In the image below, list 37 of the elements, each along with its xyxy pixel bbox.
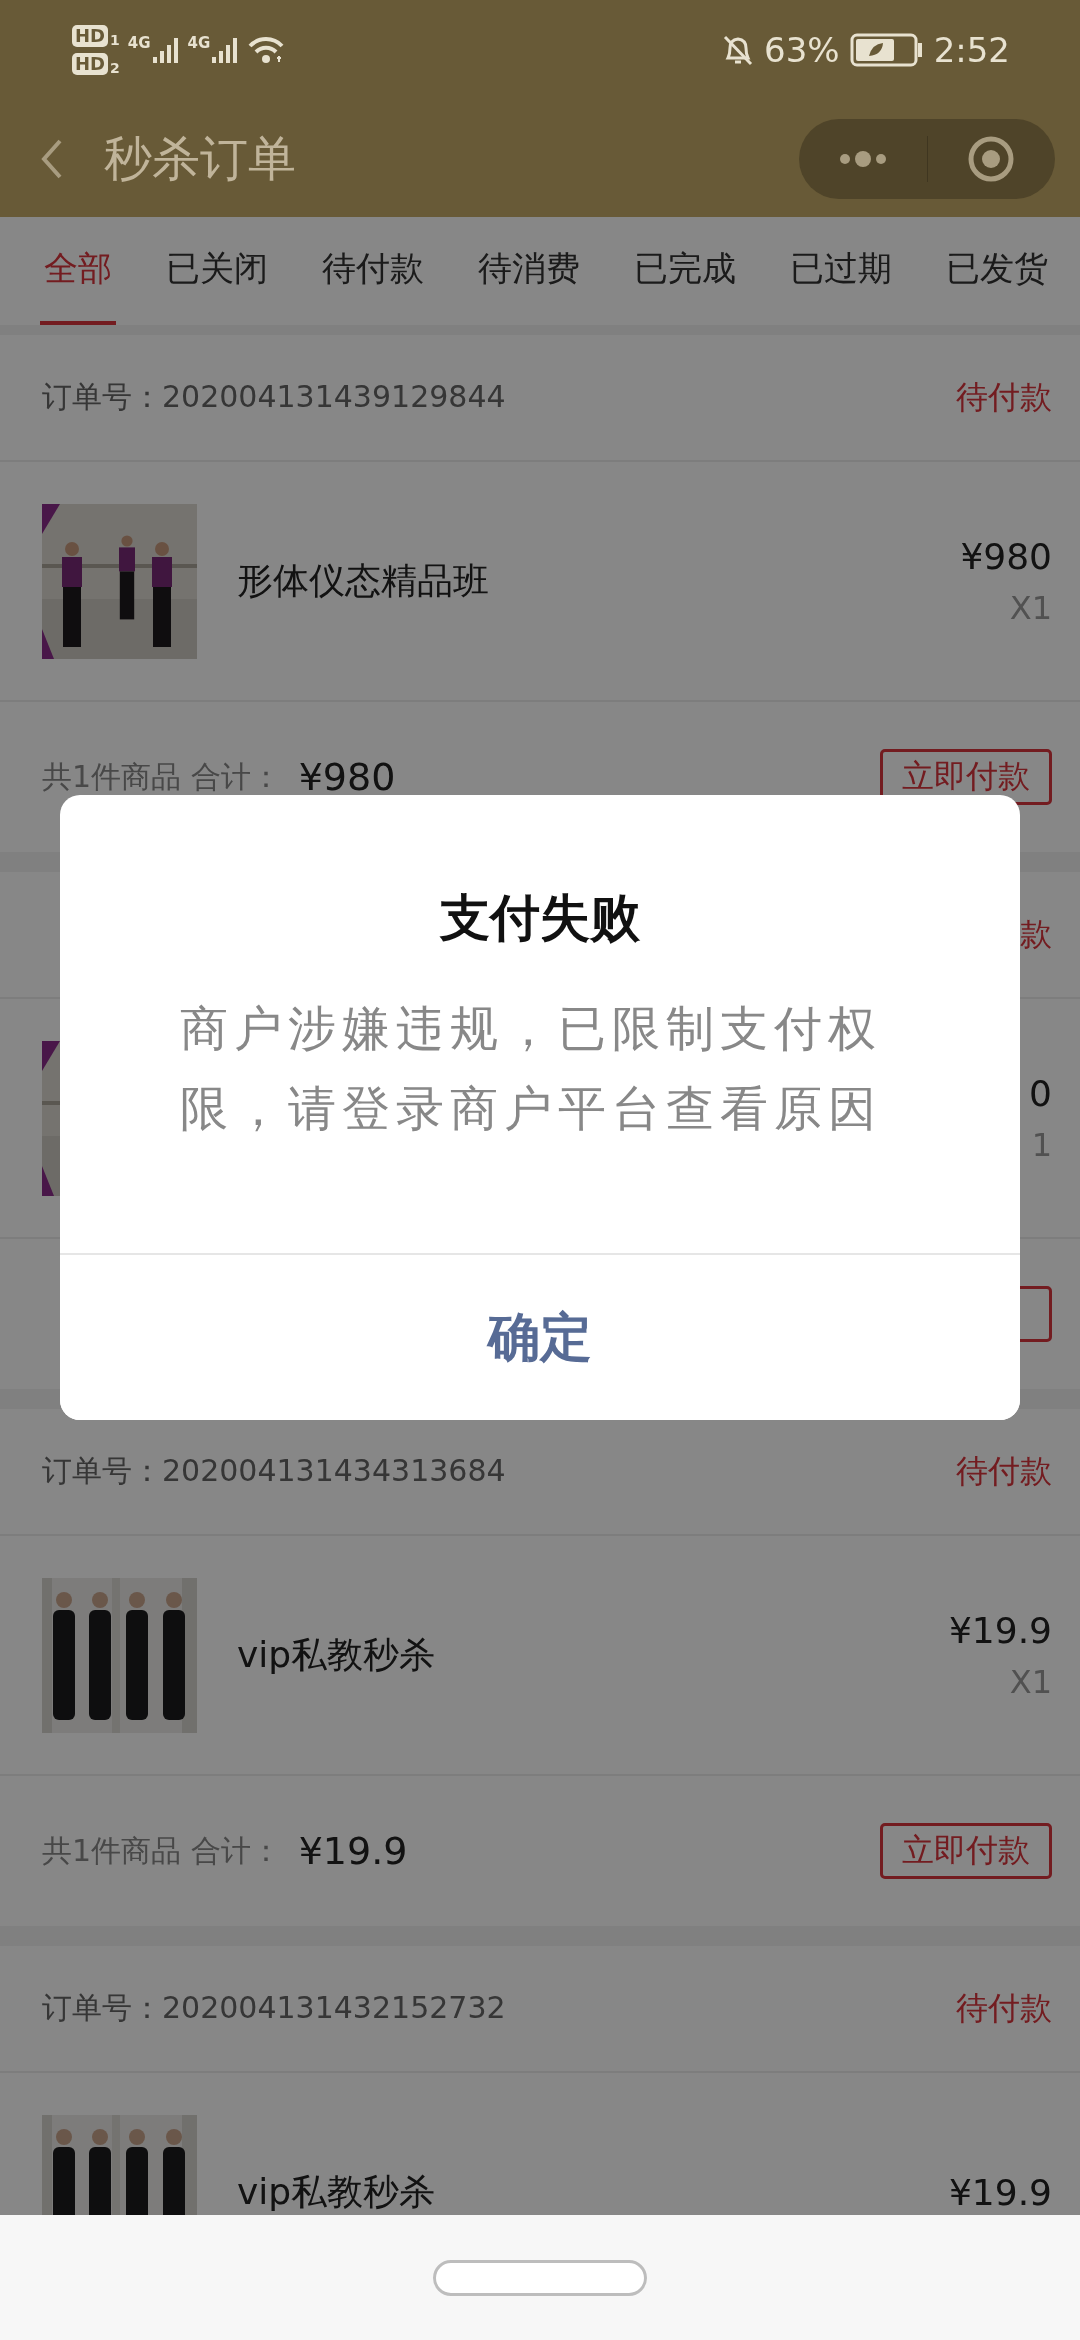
order-number: 订单号：202004131439129844	[42, 378, 506, 416]
network-label: 4G	[127, 35, 151, 51]
filter-tab[interactable]: 已过期	[786, 217, 896, 325]
order-status: 待付款	[956, 376, 1052, 418]
sim-number: 2	[110, 61, 120, 75]
filter-tab[interactable]: 待消费	[474, 217, 584, 325]
battery-percent: 63%	[764, 30, 840, 70]
order-number: 订单号：202004131432152732	[42, 1989, 506, 2027]
filter-tab[interactable]: 已发货	[942, 217, 1052, 325]
order-total: ¥980	[298, 755, 397, 799]
product-price: ¥980	[960, 535, 1052, 577]
page-title: 秒杀订单	[104, 128, 297, 188]
filter-tab[interactable]: 全部	[40, 217, 116, 325]
product-name: vip私教秒杀	[237, 2169, 437, 2214]
filter-tab[interactable]: 已关闭	[162, 217, 272, 325]
order-status: 待付款	[956, 1987, 1052, 2029]
hd-label: HD	[72, 53, 108, 75]
order-total: ¥19.9	[298, 1829, 409, 1873]
order-summary: 共1件商品 合计：	[42, 757, 281, 796]
sim-number: 1	[110, 33, 120, 47]
product-price: 0	[1029, 1072, 1052, 1114]
product-name: vip私教秒杀	[237, 1632, 437, 1677]
hd-label: HD	[72, 25, 108, 47]
dialog-title: 支付失败	[440, 888, 640, 949]
network-label: 4G	[187, 35, 211, 51]
order-summary: 共1件商品 合计：	[42, 1831, 281, 1870]
product-price: ¥19.9	[948, 1609, 1052, 1651]
filter-tab[interactable]: 待付款	[318, 217, 428, 325]
product-name: 形体仪态精品班	[237, 558, 490, 603]
order-status: 待付款	[956, 1450, 1052, 1492]
clock-time: 2:52	[933, 30, 1010, 70]
order-status: 款	[1020, 913, 1052, 955]
pay-now-button[interactable]: 立即付款	[880, 1823, 1052, 1879]
product-price: ¥19.9	[948, 2171, 1052, 2213]
order-number: 订单号：202004131434313684	[42, 1452, 506, 1490]
filter-tab[interactable]: 已完成	[630, 217, 740, 325]
dialog-message: 商户涉嫌违规，已限制支付权限，请登录商户平台查看原因	[180, 999, 883, 1138]
